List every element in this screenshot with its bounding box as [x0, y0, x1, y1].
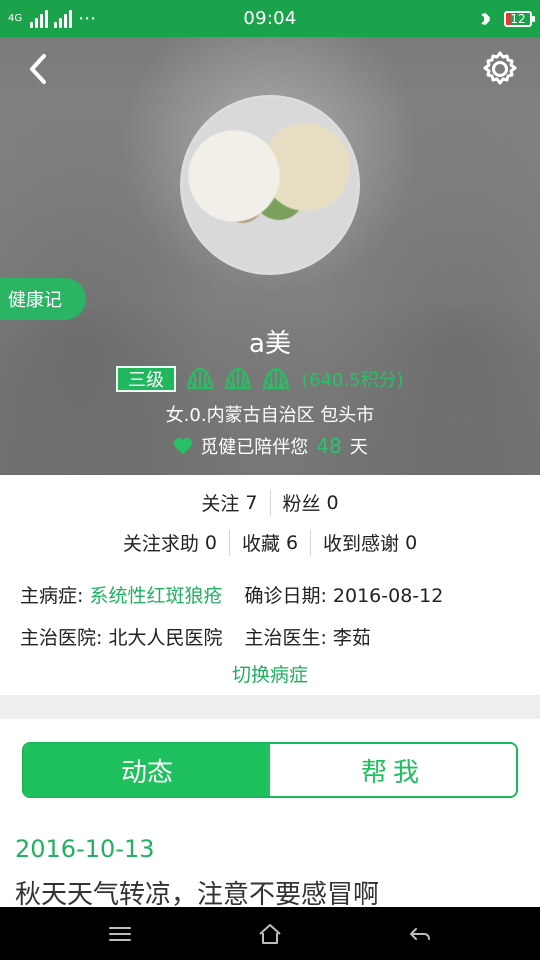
- stat-value: 0: [326, 491, 339, 514]
- battery-level: 12: [510, 11, 526, 26]
- post-date: 2016-10-13: [15, 835, 155, 863]
- disease-label: 主病症:: [20, 585, 84, 607]
- stats-row-1: 关注 7 粉丝 0: [0, 489, 540, 516]
- tab-activity-label: 动态: [120, 757, 173, 788]
- profile-info: 关注 7 粉丝 0 关注求助 0 收藏 6 收到感谢 0 主病症: 系统性红斑狼…: [0, 475, 540, 695]
- level-row: 三级 (640.5积分): [116, 364, 404, 394]
- companion-days: 48: [316, 434, 342, 458]
- switch-disease-link[interactable]: 切换病症: [0, 660, 540, 687]
- section-gap: [0, 695, 540, 719]
- level-badge: 三级: [116, 366, 176, 392]
- stat-label: 收藏: [241, 533, 280, 555]
- stat-value: 6: [285, 531, 299, 554]
- location: 女.0.内蒙古自治区 包头市: [165, 405, 375, 426]
- diagnosis-date: 确诊日期: 2016-08-12: [244, 581, 443, 608]
- profile-screen: 4G ⋯ 09:04 12 健康记 a美 三级 (640.5积分) 女.0.内蒙…: [0, 0, 540, 960]
- stat-following[interactable]: 关注 7: [189, 489, 269, 516]
- shell-icon-svg: [186, 367, 214, 389]
- stat-value: 7: [245, 491, 258, 514]
- primary-doctor: 主治医生: 李茹: [244, 623, 370, 650]
- stat-label: 收到感谢: [323, 533, 400, 555]
- primary-hospital: 主治医院: 北大人民医院: [20, 623, 222, 650]
- stat-label: 关注求助: [122, 533, 199, 555]
- dots-icon: ⋯: [78, 7, 97, 29]
- stat-favorites[interactable]: 收藏 6: [230, 529, 310, 556]
- disease-value: 系统性红斑狼疮: [89, 585, 223, 607]
- stat-label: 关注: [201, 493, 240, 515]
- avatar[interactable]: [180, 95, 360, 275]
- stat-value: 0: [204, 531, 217, 554]
- heart-icon: [174, 438, 193, 454]
- companion-row: 觅健已陪伴您 48 天: [0, 433, 540, 459]
- companion-suffix: 天: [349, 437, 368, 458]
- battery-icon: 12: [504, 10, 535, 27]
- gear-icon: [483, 51, 517, 85]
- status-bar: 4G ⋯ 09:04 12: [0, 0, 540, 37]
- diagnosis-label: 确诊日期:: [244, 585, 327, 607]
- username: a美: [249, 329, 291, 359]
- menu-icon: [109, 926, 131, 941]
- back-button[interactable]: [18, 49, 58, 89]
- signal-icon: [30, 9, 49, 28]
- health-record-button[interactable]: 健康记: [0, 278, 86, 320]
- menu-button[interactable]: [98, 912, 142, 956]
- chevron-left-icon: [30, 54, 46, 84]
- home-icon: [259, 923, 281, 944]
- shell-icon: [224, 366, 252, 392]
- profile-header: 健康记 a美 三级 (640.5积分) 女.0.内蒙古自治区 包头市 觅健已陪伴…: [0, 37, 540, 475]
- feed-tabs: 动态 帮我: [22, 742, 518, 798]
- health-record-label: 健康记: [8, 290, 62, 311]
- status-right: 12: [478, 10, 535, 28]
- tab-help-me[interactable]: 帮我: [270, 744, 516, 796]
- bluetooth-icon: [481, 12, 490, 25]
- tab-activity[interactable]: 动态: [24, 744, 270, 796]
- status-left: 4G ⋯: [8, 7, 97, 29]
- settings-button[interactable]: [478, 47, 522, 91]
- primary-disease: 主病症: 系统性红斑狼疮: [20, 581, 222, 608]
- network-type: 4G: [8, 13, 23, 24]
- stat-label: 粉丝: [282, 493, 321, 515]
- back-arrow-icon: [410, 927, 430, 940]
- shell-icon: [262, 366, 290, 392]
- doctor-value: 李茹: [332, 627, 371, 649]
- back-nav-button[interactable]: [398, 912, 442, 956]
- hospital-row: 主治医院: 北大人民医院 主治医生: 李茹: [20, 623, 520, 650]
- system-navigation-bar: [0, 907, 540, 960]
- tab-help-me-label: 帮我: [360, 757, 425, 788]
- shell-icon-svg: [262, 367, 290, 389]
- feed-section: 动态 帮我 2016-10-13 秋天天气转凉，注意不要感冒啊: [0, 719, 540, 907]
- hospital-value: 北大人民医院: [108, 627, 223, 649]
- hospital-label: 主治医院:: [20, 627, 103, 649]
- home-button[interactable]: [248, 912, 292, 956]
- stat-value: 0: [405, 531, 418, 554]
- shell-icon-svg: [224, 367, 252, 389]
- status-time: 09:04: [243, 8, 297, 29]
- post-text[interactable]: 秋天天气转凉，注意不要感冒啊: [15, 874, 379, 907]
- points: (640.5积分): [302, 370, 404, 391]
- companion-prefix: 觅健已陪伴您: [200, 437, 309, 458]
- stat-thanks[interactable]: 收到感谢 0: [311, 529, 429, 556]
- stat-follow-help[interactable]: 关注求助 0: [111, 529, 229, 556]
- stats-row-2: 关注求助 0 收藏 6 收到感谢 0: [0, 529, 540, 556]
- shell-icon: [186, 366, 214, 392]
- doctor-label: 主治医生:: [244, 627, 327, 649]
- stat-fans[interactable]: 粉丝 0: [271, 489, 351, 516]
- diagnosis-value: 2016-08-12: [332, 585, 444, 607]
- signal-icon-2: [54, 9, 73, 28]
- disease-row: 主病症: 系统性红斑狼疮 确诊日期: 2016-08-12: [20, 581, 520, 608]
